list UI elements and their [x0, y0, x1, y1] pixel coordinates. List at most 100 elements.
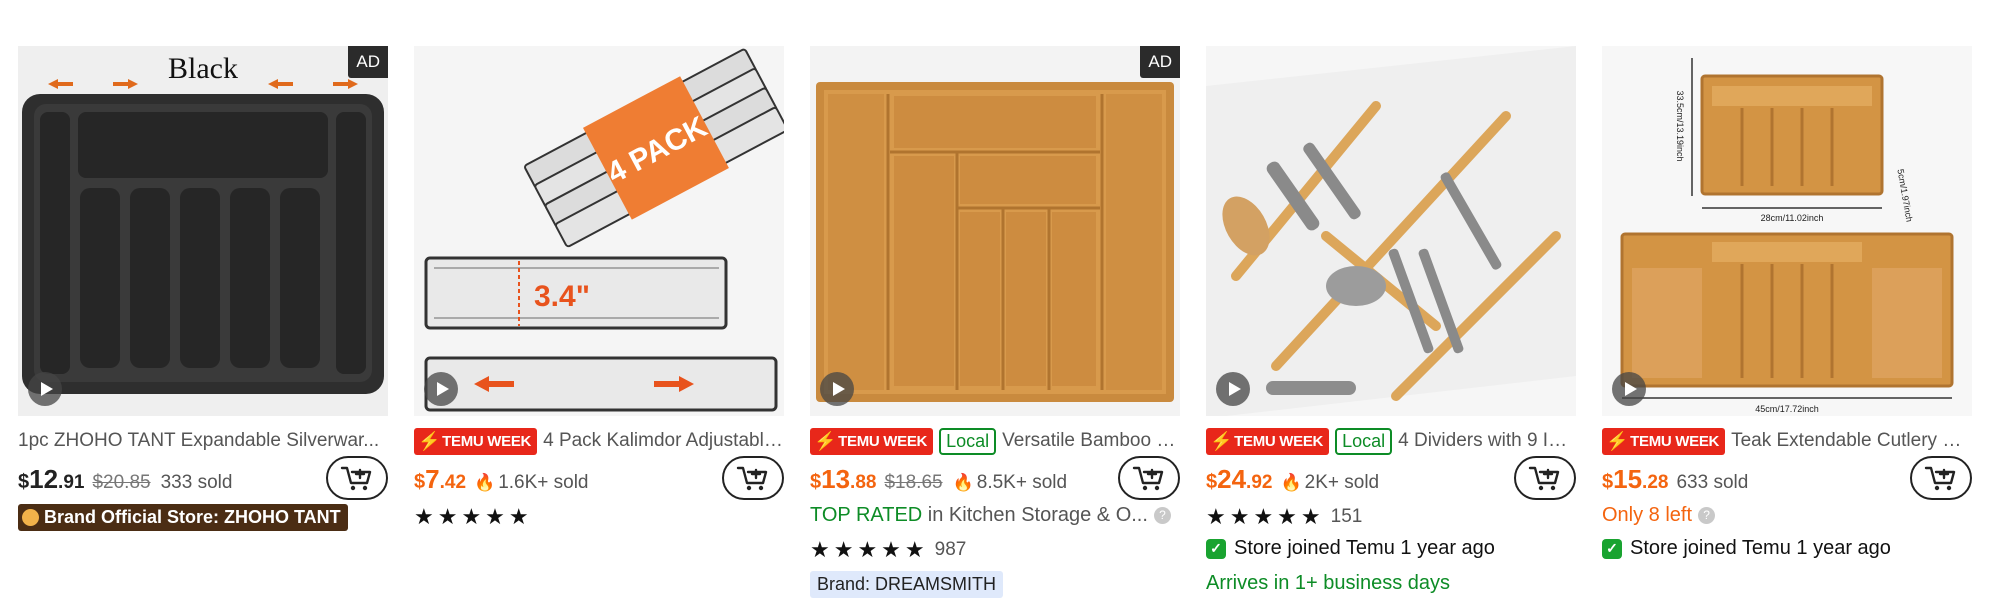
product-card[interactable]: 4 PACK 3.4" ⚡ TEMU WEEK 4 Pack Kalimdor A… [414, 46, 784, 611]
verified-icon [22, 509, 39, 526]
product-image[interactable]: AD [810, 46, 1180, 416]
lightning-icon: ⚡ [1606, 430, 1629, 451]
star-rating[interactable]: ★★★★★ [414, 504, 533, 530]
top-rated-label: TOP RATED [810, 504, 923, 526]
add-to-cart-icon [736, 466, 768, 491]
temu-week-badge: ⚡ TEMU WEEK [1206, 427, 1330, 455]
review-count: 151 [1330, 506, 1363, 527]
add-to-cart-button[interactable] [1910, 456, 1972, 500]
ad-label: AD [348, 46, 388, 78]
top-rated-category[interactable]: in Kitchen Storage & O... [922, 504, 1148, 527]
arrives-text: Arrives in 1+ business days [1206, 572, 1451, 594]
store-joined-text: Store joined Temu 1 year ago [1630, 537, 1891, 559]
product-image[interactable]: 33.5cm/13.19inch 28cm/11.02inch 5cm/1.97… [1602, 46, 1972, 416]
product-card[interactable]: 33.5cm/13.19inch 28cm/11.02inch 5cm/1.97… [1602, 46, 1972, 611]
brand-badge[interactable]: Brand: DREAMSMITH [810, 571, 1004, 598]
lightning-icon: ⚡ [418, 430, 441, 451]
lightning-icon: ⚡ [814, 430, 837, 451]
price-currency: $ [18, 471, 30, 493]
price-currency: $ [414, 471, 426, 493]
temu-week-text: TEMU WEEK [1234, 432, 1324, 450]
play-icon[interactable] [28, 372, 62, 406]
original-price: $18.65 [884, 472, 943, 493]
rating-line[interactable]: ★★★★★ [414, 504, 533, 530]
store-joined-text: Store joined Temu 1 year ago [1234, 537, 1495, 559]
local-badge: Local [939, 427, 997, 455]
rating-line[interactable]: ★★★★★ 151 [1206, 504, 1362, 530]
play-icon[interactable] [1216, 372, 1250, 406]
only-left-text: Only 8 left [1602, 504, 1693, 526]
price-decimal: .91 [58, 472, 85, 493]
add-to-cart-button[interactable] [1514, 456, 1576, 500]
price-row: $ 12 .91 $20.85 333 sold [18, 464, 232, 500]
product-card[interactable]: ⚡ TEMU WEEK Local 4 Dividers with 9 Inse.… [1206, 46, 1576, 611]
product-card[interactable]: AD ⚡TEMU WEEK Local Versatile Bamboo Exp… [810, 46, 1180, 611]
product-card[interactable]: Black AD 1pc ZHOHO TANT Expandable Silve… [18, 46, 388, 611]
product-title[interactable]: 4 Pack Kalimdor Adjustable ... [543, 430, 784, 452]
brand-line[interactable]: Brand: DREAMSMITH [810, 571, 1004, 598]
product-title[interactable]: 4 Dividers with 9 Inse... [1398, 430, 1576, 452]
sold-count: 8.5K+ sold [976, 472, 1068, 493]
product-image[interactable]: 4 PACK 3.4" [414, 46, 784, 416]
sold-count: 333 sold [160, 472, 233, 493]
play-icon[interactable] [424, 372, 458, 406]
star-rating[interactable]: ★★★★★ [1206, 504, 1325, 530]
title-row[interactable]: ⚡TEMU WEEK Local Versatile Bamboo Exp... [810, 424, 1180, 458]
title-row[interactable]: ⚡ TEMU WEEK Local 4 Dividers with 9 Inse.… [1206, 424, 1576, 458]
add-to-cart-icon [1924, 466, 1956, 491]
help-icon[interactable]: ? [1698, 507, 1716, 524]
brand-store-badge[interactable]: Brand Official Store: ZHOHO TANT [18, 504, 348, 531]
store-check-icon: ✓ [1206, 538, 1226, 559]
product-image[interactable]: Black AD [18, 46, 388, 416]
temu-week-badge: ⚡ TEMU WEEK [1602, 427, 1726, 455]
store-check-icon: ✓ [1602, 538, 1622, 559]
help-icon[interactable]: ? [1153, 507, 1171, 524]
play-icon[interactable] [820, 372, 854, 406]
original-price: $20.85 [92, 472, 151, 493]
rating-line[interactable]: ★★★★★ 987 [810, 537, 966, 563]
add-to-cart-icon [1528, 466, 1560, 491]
product-grid: Black AD 1pc ZHOHO TANT Expandable Silve… [18, 46, 1982, 611]
price-decimal: .28 [1642, 472, 1669, 493]
store-joined-line: ✓ Store joined Temu 1 year ago [1602, 537, 1891, 560]
price-integer: 13 [821, 464, 851, 494]
brand-store-line[interactable]: Brand Official Store: ZHOHO TANT [18, 504, 348, 531]
flame-icon: 🔥 [1280, 473, 1302, 492]
temu-week-badge: ⚡ TEMU WEEK [810, 427, 934, 455]
add-to-cart-icon [1132, 466, 1164, 491]
top-rated-line[interactable]: TOP RATED in Kitchen Storage & O... ? [810, 504, 1171, 527]
price-integer: 24 [1217, 464, 1247, 494]
review-count: 987 [934, 539, 967, 560]
product-title[interactable]: Versatile Bamboo Exp... [1002, 430, 1180, 452]
sold-count: 633 sold [1676, 472, 1749, 493]
play-icon[interactable] [1612, 372, 1646, 406]
product-title[interactable]: 1pc ZHOHO TANT Expandable Silverwar... [18, 430, 379, 452]
title-row[interactable]: 1pc ZHOHO TANT Expandable Silverwar... [18, 424, 388, 458]
product-title[interactable]: Teak Extendable Cutlery Stor... [1731, 430, 1972, 452]
price-integer: 15 [1613, 464, 1643, 494]
price-decimal: .88 [850, 472, 877, 493]
price-integer: 12 [29, 464, 59, 494]
flame-icon: 🔥 [474, 473, 496, 492]
delivery-line: Arrives in 1+ business days [1206, 572, 1450, 595]
temu-week-text: TEMU WEEK [442, 432, 532, 450]
add-to-cart-button[interactable] [1118, 456, 1180, 500]
add-to-cart-icon [340, 466, 372, 491]
price-integer: 7 [425, 464, 440, 494]
height-label: 3.4" [534, 280, 590, 313]
star-rating[interactable]: ★★★★★ [810, 537, 929, 563]
price-row: $ 13 .88 $18.65 🔥 8.5K+ sold [810, 464, 1067, 500]
brand-store-text: Brand Official Store: ZHOHO TANT [44, 507, 341, 527]
title-row[interactable]: ⚡ TEMU WEEK Teak Extendable Cutlery Stor.… [1602, 424, 1972, 458]
sold-count: 2K+ sold [1304, 472, 1380, 493]
price-row: $ 24 .92 🔥 2K+ sold [1206, 464, 1379, 500]
add-to-cart-button[interactable] [326, 456, 388, 500]
dimension-extended-label: 45cm/17.72inch [1755, 404, 1819, 414]
add-to-cart-button[interactable] [722, 456, 784, 500]
title-row[interactable]: ⚡ TEMU WEEK 4 Pack Kalimdor Adjustable ..… [414, 424, 784, 458]
price-currency: $ [1206, 471, 1218, 493]
temu-week-text: TEMU WEEK [1630, 432, 1720, 450]
product-image[interactable] [1206, 46, 1576, 416]
price-decimal: .92 [1246, 472, 1273, 493]
store-joined-line: ✓ Store joined Temu 1 year ago [1206, 537, 1495, 560]
